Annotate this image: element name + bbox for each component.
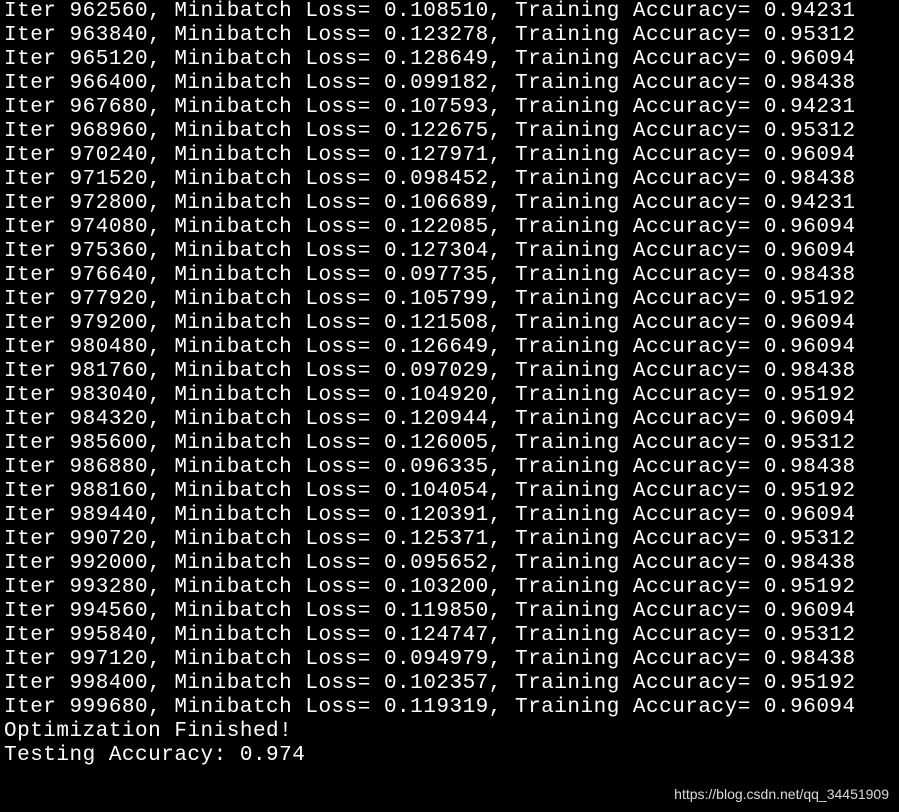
log-line: Iter 976640, Minibatch Loss= 0.097735, T… (4, 264, 895, 288)
log-line: Iter 967680, Minibatch Loss= 0.107593, T… (4, 96, 895, 120)
optimization-finished-line: Optimization Finished! (4, 720, 895, 744)
log-line: Iter 970240, Minibatch Loss= 0.127971, T… (4, 144, 895, 168)
log-line: Iter 990720, Minibatch Loss= 0.125371, T… (4, 528, 895, 552)
log-line: Iter 962560, Minibatch Loss= 0.108510, T… (4, 0, 895, 24)
log-line: Iter 995840, Minibatch Loss= 0.124747, T… (4, 624, 895, 648)
log-line: Iter 980480, Minibatch Loss= 0.126649, T… (4, 336, 895, 360)
log-line: Iter 974080, Minibatch Loss= 0.122085, T… (4, 216, 895, 240)
log-line: Iter 979200, Minibatch Loss= 0.121508, T… (4, 312, 895, 336)
log-line: Iter 977920, Minibatch Loss= 0.105799, T… (4, 288, 895, 312)
log-line: Iter 965120, Minibatch Loss= 0.128649, T… (4, 48, 895, 72)
log-line: Iter 993280, Minibatch Loss= 0.103200, T… (4, 576, 895, 600)
log-line: Iter 992000, Minibatch Loss= 0.095652, T… (4, 552, 895, 576)
log-line: Iter 971520, Minibatch Loss= 0.098452, T… (4, 168, 895, 192)
watermark-text: https://blog.csdn.net/qq_34451909 (674, 782, 889, 806)
log-line: Iter 984320, Minibatch Loss= 0.120944, T… (4, 408, 895, 432)
log-line: Iter 966400, Minibatch Loss= 0.099182, T… (4, 72, 895, 96)
log-line: Iter 972800, Minibatch Loss= 0.106689, T… (4, 192, 895, 216)
log-line: Iter 963840, Minibatch Loss= 0.123278, T… (4, 24, 895, 48)
log-line: Iter 975360, Minibatch Loss= 0.127304, T… (4, 240, 895, 264)
terminal-output: Iter 962560, Minibatch Loss= 0.108510, T… (0, 0, 899, 768)
log-line: Iter 968960, Minibatch Loss= 0.122675, T… (4, 120, 895, 144)
log-line: Iter 999680, Minibatch Loss= 0.119319, T… (4, 696, 895, 720)
log-line: Iter 997120, Minibatch Loss= 0.094979, T… (4, 648, 895, 672)
log-line: Iter 994560, Minibatch Loss= 0.119850, T… (4, 600, 895, 624)
log-line: Iter 985600, Minibatch Loss= 0.126005, T… (4, 432, 895, 456)
log-line: Iter 988160, Minibatch Loss= 0.104054, T… (4, 480, 895, 504)
log-line: Iter 998400, Minibatch Loss= 0.102357, T… (4, 672, 895, 696)
log-line: Iter 983040, Minibatch Loss= 0.104920, T… (4, 384, 895, 408)
log-line: Iter 986880, Minibatch Loss= 0.096335, T… (4, 456, 895, 480)
testing-accuracy-line: Testing Accuracy: 0.974 (4, 744, 895, 768)
log-line: Iter 981760, Minibatch Loss= 0.097029, T… (4, 360, 895, 384)
log-line: Iter 989440, Minibatch Loss= 0.120391, T… (4, 504, 895, 528)
